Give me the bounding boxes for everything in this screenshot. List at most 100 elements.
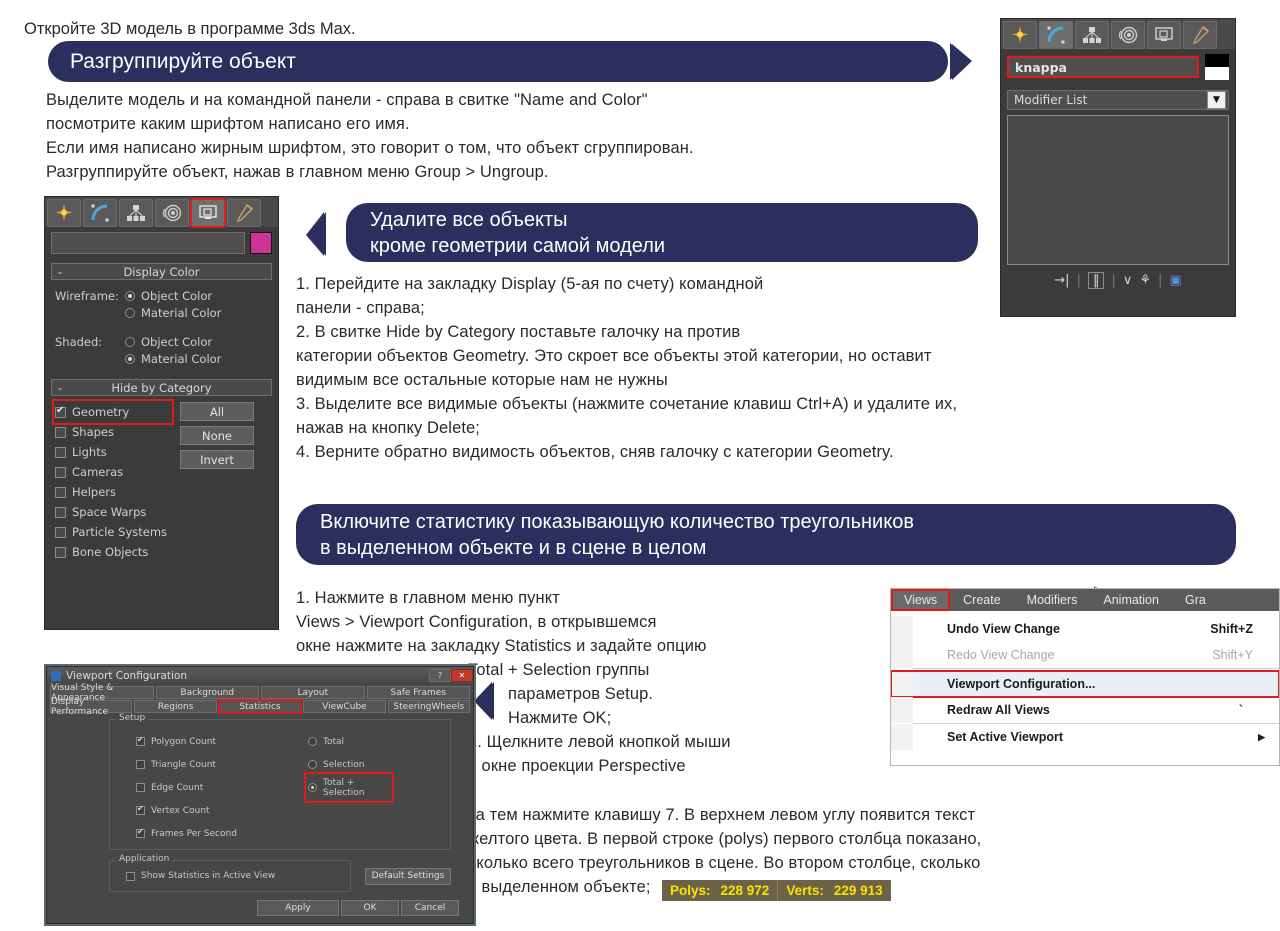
menu-item-undo-view-change[interactable]: Undo View Change Shift+Z <box>891 616 1279 642</box>
dialog-titlebar[interactable]: Viewport Configuration ? ✕ <box>47 667 473 684</box>
menu-item-label: Redraw All Views <box>947 703 1050 717</box>
utilities-tab[interactable] <box>1183 21 1217 49</box>
category-label: Particle Systems <box>72 525 168 539</box>
category-space-warps[interactable]: Space Warps <box>55 502 180 522</box>
modify-tab[interactable] <box>1039 21 1073 49</box>
menubar[interactable]: Views Create Modifiers Animation Gra <box>891 589 1279 611</box>
default-settings-button[interactable]: Default Settings <box>365 867 451 885</box>
shaded-object-color-radio[interactable]: Object Color <box>125 335 221 349</box>
window-buttons[interactable]: ? ✕ <box>429 669 473 682</box>
display-tab[interactable] <box>1147 21 1181 49</box>
verts-value: 229 913 <box>833 883 883 898</box>
name-and-color-row[interactable]: knappa <box>1001 49 1235 85</box>
menubar-item-views[interactable]: Views <box>891 589 951 611</box>
wireframe-material-color-radio[interactable]: Material Color <box>125 306 221 320</box>
modifier-stack-list[interactable] <box>1007 115 1229 265</box>
menu-item-viewport-configuration[interactable]: Viewport Configuration... <box>891 670 1279 698</box>
utilities-tab[interactable] <box>227 199 261 227</box>
wireframe-object-color-radio[interactable]: Object Color <box>125 289 221 303</box>
object-name-field[interactable] <box>51 232 245 254</box>
hammer-icon <box>1192 25 1210 45</box>
checkbox-edge-count[interactable]: Edge Count <box>136 776 288 799</box>
menu-item-redo-view-change[interactable]: Redo View Change Shift+Y <box>891 642 1279 668</box>
chevron-down-icon[interactable]: ▼ <box>1207 91 1226 109</box>
hierarchy-tab[interactable] <box>119 199 153 227</box>
wireframe-label: Wireframe: <box>55 289 119 303</box>
all-button[interactable]: All <box>180 402 254 421</box>
shaded-material-color-radio[interactable]: Material Color <box>125 352 221 366</box>
hierarchy-tab[interactable] <box>1075 21 1109 49</box>
command-panel-left-tabstrip[interactable] <box>45 197 278 228</box>
category-cameras[interactable]: Cameras <box>55 462 180 482</box>
menubar-item-create[interactable]: Create <box>950 589 1014 611</box>
apply-button[interactable]: Apply <box>257 900 339 916</box>
checkbox-triangle-count[interactable]: Triangle Count <box>136 753 288 776</box>
radio-total[interactable]: Total <box>308 730 390 753</box>
modify-tab[interactable] <box>83 199 117 227</box>
checkbox-polygon-count[interactable]: Polygon Count <box>136 730 288 753</box>
paragraph-stats-step1c: параметров Setup. <box>508 685 654 703</box>
hammer-icon <box>236 203 254 223</box>
category-particle-systems[interactable]: Particle Systems <box>55 522 180 542</box>
command-panel-tabstrip[interactable] <box>1001 19 1235 49</box>
none-button[interactable]: None <box>180 426 254 445</box>
cancel-button[interactable]: Cancel <box>401 900 459 916</box>
menu-item-set-active-viewport[interactable]: Set Active Viewport ▶ <box>891 724 1279 750</box>
radio-dot-icon <box>308 783 317 792</box>
ok-button[interactable]: OK <box>341 900 399 916</box>
menu-item-shortcut: ` <box>1238 703 1243 717</box>
motion-tab[interactable] <box>1111 21 1145 49</box>
display-color-rollout-header[interactable]: - Display Color <box>51 263 272 280</box>
category-bone-objects[interactable]: Bone Objects <box>55 542 180 562</box>
menu-item-redraw-all-views[interactable]: Redraw All Views ` <box>891 697 1279 723</box>
tab-statistics[interactable]: Statistics <box>217 699 303 714</box>
create-tab[interactable] <box>1003 21 1037 49</box>
object-name-field[interactable]: knappa <box>1007 56 1199 78</box>
paragraph-stats-step2: 2. Щелкните левой кнопкой мыши в окне пр… <box>468 733 731 775</box>
tab-steeringwheels[interactable]: SteeringWheels <box>387 700 471 713</box>
views-dropdown-list[interactable]: Undo View Change Shift+Z Redo View Chang… <box>891 611 1279 750</box>
tab-safe-frames[interactable]: Safe Frames <box>366 686 470 699</box>
radio-total-plus-selection[interactable]: Total + Selection <box>304 772 394 803</box>
dialog-tabs-row2[interactable]: Display Performance Regions Statistics V… <box>47 697 473 717</box>
help-button[interactable]: ? <box>429 669 451 682</box>
tab-viewcube[interactable]: ViewCube <box>303 700 386 713</box>
hide-by-category-rollout-header[interactable]: - Hide by Category <box>51 379 272 396</box>
radio-selection[interactable]: Selection <box>308 753 390 776</box>
viewport-configuration-dialog[interactable]: Viewport Configuration ? ✕ Visual Style … <box>46 666 474 924</box>
shaded-label: Shaded: <box>55 335 103 349</box>
checkbox-icon <box>126 871 135 881</box>
modifier-list-dropdown[interactable]: Modifier List ▼ <box>1007 90 1229 110</box>
checkbox-vertex-count[interactable]: Vertex Count <box>136 799 288 822</box>
object-name-value: knappa <box>1015 59 1067 75</box>
hide-by-category-body: Geometry Shapes Lights Cameras Helpers S… <box>45 396 278 562</box>
motion-tab[interactable] <box>155 199 189 227</box>
name-and-color-row-left[interactable] <box>45 227 278 259</box>
menubar-item-graph[interactable]: Gra <box>1172 589 1219 611</box>
tab-layout[interactable]: Layout <box>261 686 365 699</box>
tab-regions[interactable]: Regions <box>134 700 217 713</box>
object-color-swatch[interactable] <box>250 232 272 254</box>
menu-item-label: Set Active Viewport <box>947 730 1064 744</box>
checkbox-frames-per-second[interactable]: Frames Per Second <box>136 822 288 845</box>
menubar-item-modifiers[interactable]: Modifiers <box>1014 589 1091 611</box>
category-geometry[interactable]: Geometry <box>52 399 174 425</box>
category-shapes[interactable]: Shapes <box>55 422 180 442</box>
category-lights[interactable]: Lights <box>55 442 180 462</box>
menubar-item-animation[interactable]: Animation <box>1090 589 1172 611</box>
create-tab[interactable] <box>47 199 81 227</box>
close-button[interactable]: ✕ <box>451 669 473 682</box>
views-menu[interactable]: Views Create Modifiers Animation Gra Und… <box>890 588 1280 766</box>
display-tab[interactable] <box>190 198 226 228</box>
paragraph-stats-tail: за тем нажмите клавишу 7. В верхнем лево… <box>468 806 982 872</box>
tab-background[interactable]: Background <box>155 686 259 699</box>
radio-dot-icon <box>125 354 135 364</box>
object-color-swatch[interactable] <box>1205 54 1229 80</box>
checkbox-show-statistics[interactable]: Show Statistics in Active View <box>116 869 344 883</box>
invert-button[interactable]: Invert <box>180 450 254 469</box>
banner-ungroup: Разгруппируйте объект <box>48 41 948 82</box>
paragraph-ungroup-body: Выделите модель и на командной панели - … <box>46 91 694 181</box>
category-helpers[interactable]: Helpers <box>55 482 180 502</box>
tab-display-performance[interactable]: Display Performance <box>50 697 133 717</box>
command-panel-left[interactable]: - Display Color Wireframe: Object Color … <box>44 196 279 630</box>
